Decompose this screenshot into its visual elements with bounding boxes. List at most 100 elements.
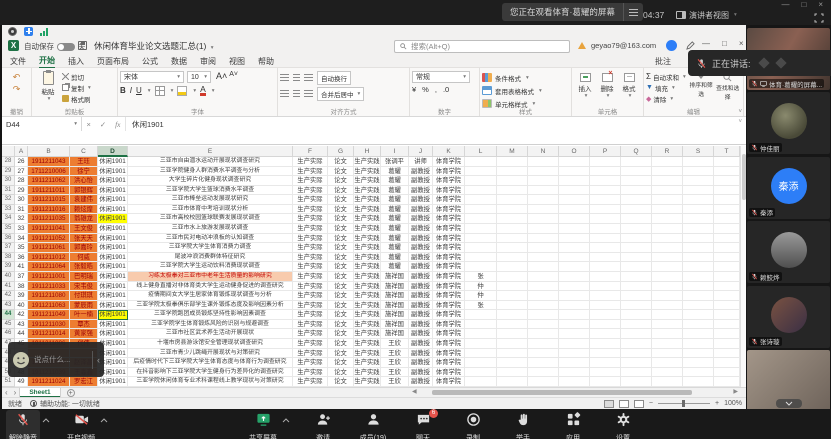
cell-F51[interactable]: 生产实际 (293, 377, 328, 387)
cell-G31[interactable]: 论文 (328, 186, 354, 196)
cell-G35[interactable]: 论文 (328, 224, 354, 234)
cell-L35[interactable] (465, 224, 497, 234)
cell-J33[interactable]: 副教授 (409, 205, 433, 215)
cell-B40[interactable]: 1911211001 (28, 272, 70, 282)
cell-P43[interactable] (590, 301, 621, 311)
cell-K49[interactable]: 体育学院 (433, 358, 465, 368)
cell-A38[interactable]: 36 (15, 253, 28, 263)
cell-J37[interactable]: 副教授 (409, 243, 433, 253)
cell-G38[interactable]: 论文 (328, 253, 354, 263)
cell-E34[interactable]: 三亚市高校校园篮球联赛发展现状调查 (128, 214, 293, 224)
format-as-table-button[interactable]: 套用表格格式▾ (482, 84, 569, 97)
cell-Q50[interactable] (621, 368, 652, 378)
cell-S39[interactable] (683, 262, 714, 272)
cell-H43[interactable]: 生产实践 (354, 301, 381, 311)
cell-L31[interactable] (465, 186, 497, 196)
align-left-icon[interactable] (280, 90, 289, 98)
emoji-icon[interactable] (12, 351, 30, 369)
cell-J40[interactable]: 副教授 (409, 272, 433, 282)
cell-H49[interactable]: 生产实践 (354, 358, 381, 368)
cell-L32[interactable] (465, 195, 497, 205)
cell-E47[interactable]: 十堰市房县游泳馆安全管理现状调查研究 (128, 339, 293, 349)
cell-H51[interactable]: 生产实践 (354, 377, 381, 387)
zoom-in-button[interactable]: + (715, 400, 719, 407)
cell-B37[interactable]: 1911211061 (28, 243, 70, 253)
column-header-O[interactable]: O (559, 146, 590, 157)
cell-S51[interactable] (683, 377, 714, 387)
cell-J44[interactable]: 副教授 (409, 310, 433, 320)
cell-Q39[interactable] (621, 262, 652, 272)
cell-H30[interactable]: 生产实践 (354, 176, 381, 186)
menu-tab-7[interactable]: 视图 (229, 56, 245, 68)
cell-J31[interactable]: 副教授 (409, 186, 433, 196)
cell-A51[interactable]: 49 (15, 377, 28, 387)
cell-Q34[interactable] (621, 214, 652, 224)
account-avatar[interactable] (666, 40, 677, 51)
cell-H46[interactable]: 生产实践 (354, 329, 381, 339)
page-layout-view-button[interactable] (619, 400, 629, 408)
cell-G42[interactable]: 论文 (328, 291, 354, 301)
column-header-C[interactable]: C (70, 146, 98, 157)
collapse-ribbon-button[interactable]: ˅ (738, 109, 742, 115)
cell-K48[interactable]: 体育学院 (433, 349, 465, 359)
cell-I48[interactable]: 王欣 (381, 349, 409, 359)
cell-K44[interactable]: 体育学院 (433, 310, 465, 320)
cell-R32[interactable] (652, 195, 683, 205)
cell-T31[interactable] (714, 186, 740, 196)
cell-C40[interactable]: 巴明瑞 (70, 272, 98, 282)
cell-T46[interactable] (714, 329, 740, 339)
cell-T43[interactable] (714, 301, 740, 311)
cell-T39[interactable] (714, 262, 740, 272)
cell-E36[interactable]: 三亚市民对电动冲浪板的认知调查 (128, 234, 293, 244)
cell-A46[interactable]: 44 (15, 329, 28, 339)
cell-P47[interactable] (590, 339, 621, 349)
cell-P33[interactable] (590, 205, 621, 215)
cell-Q33[interactable] (621, 205, 652, 215)
cell-E45[interactable]: 三亚学院学生体育锻炼风险的识别与规避调查 (128, 320, 293, 330)
cell-N29[interactable] (528, 167, 559, 177)
cell-I40[interactable]: 施祥国 (381, 272, 409, 282)
cell-J36[interactable]: 副教授 (409, 234, 433, 244)
cell-H38[interactable]: 生产实践 (354, 253, 381, 263)
cell-A28[interactable]: 26 (15, 157, 28, 167)
cell-H33[interactable]: 生产实践 (354, 205, 381, 215)
cell-T48[interactable] (714, 349, 740, 359)
cell-N36[interactable] (528, 234, 559, 244)
cell-I43[interactable]: 施祥国 (381, 301, 409, 311)
zoom-level[interactable]: 100% (724, 400, 742, 407)
cell-E46[interactable]: 三亚市社区武术养生活动开展现状 (128, 329, 293, 339)
cell-J41[interactable]: 副教授 (409, 282, 433, 292)
column-header-Q[interactable]: Q (621, 146, 652, 157)
row-header-33[interactable]: 33 (2, 205, 15, 215)
cell-G47[interactable]: 论文 (328, 339, 354, 349)
cell-T42[interactable] (714, 291, 740, 301)
cell-P40[interactable] (590, 272, 621, 282)
cell-E37[interactable]: 三亚学院大学生体育消费力调查 (128, 243, 293, 253)
cell-E40[interactable]: 习练太极拳对三亚市中老年生活质量的影响研究 (128, 272, 293, 282)
cell-E50[interactable]: 在抖音影响下三亚学院大学生健身行为差异化的调查研究 (128, 368, 293, 378)
cell-A41[interactable]: 38 (15, 282, 28, 292)
collapse-chat-icon[interactable]: ‹ (97, 355, 100, 365)
cell-S36[interactable] (683, 234, 714, 244)
sort-filter-button[interactable]: 排序和筛选 (688, 71, 715, 107)
cell-H36[interactable]: 生产实践 (354, 234, 381, 244)
chat-button[interactable]: 6聊天 (406, 410, 440, 439)
font-size-select[interactable]: 10▾ (187, 71, 211, 83)
cell-K32[interactable]: 体育学院 (433, 195, 465, 205)
excel-maximize-button[interactable]: □ (722, 39, 727, 48)
cell-M31[interactable] (497, 186, 528, 196)
cell-I41[interactable]: 施祥国 (381, 282, 409, 292)
cell-K51[interactable]: 体育学院 (433, 377, 465, 387)
cell-F44[interactable]: 生产实际 (293, 310, 328, 320)
cell-N50[interactable] (528, 368, 559, 378)
add-sheet-button[interactable]: + (67, 389, 75, 397)
cell-E41[interactable]: 线上健身直播对非体育类大学生运动健身促进的调查研究 (128, 282, 293, 292)
participant-tile-4[interactable]: 张诗璇 (747, 286, 830, 348)
cell-F46[interactable]: 生产实际 (293, 329, 328, 339)
column-header-R[interactable]: R (652, 146, 683, 157)
row-header-39[interactable]: 39 (2, 262, 15, 272)
cell-C43[interactable]: 蒙辰雨 (70, 301, 98, 311)
cell-Q37[interactable] (621, 243, 652, 253)
cell-A30[interactable]: 28 (15, 176, 28, 186)
cell-P39[interactable] (590, 262, 621, 272)
